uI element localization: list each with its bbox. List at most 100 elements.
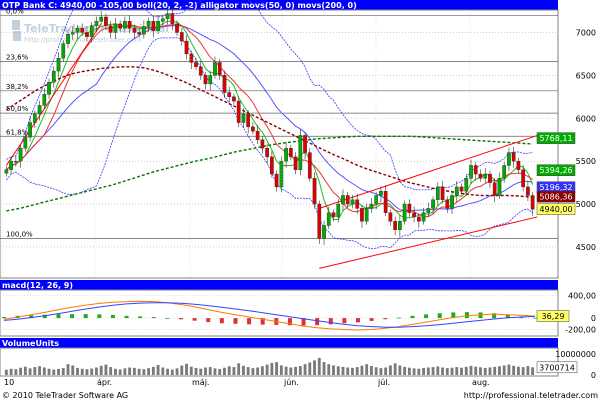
volume-tick-label: 0 [591, 371, 596, 380]
macd-tick-label: 0 [591, 314, 596, 323]
candle-body [445, 199, 450, 209]
macd-last-value-label: 36,29 [542, 312, 565, 321]
candle-body [170, 13, 175, 25]
candle-body [421, 212, 426, 222]
candle-body [530, 195, 535, 210]
candle-body [355, 199, 360, 209]
candle-body [251, 126, 255, 132]
fib-level-label: 0,0% [6, 7, 24, 15]
candle-body [47, 82, 51, 95]
macd-histogram-bar [124, 315, 129, 319]
candle-body [89, 25, 94, 37]
candle-body [66, 33, 70, 44]
candle-body [61, 43, 66, 59]
candle-body [113, 23, 118, 33]
candle-body [374, 195, 379, 205]
candle-body [4, 169, 9, 174]
candle-body [459, 186, 464, 192]
candle-body [521, 169, 526, 188]
candle-body [426, 208, 431, 213]
candle-body [227, 92, 232, 98]
candle-body [350, 199, 355, 205]
macd-histogram-bar [369, 318, 374, 321]
candle-body [284, 148, 288, 162]
macd-histogram-bar [110, 314, 115, 319]
macd-histogram-bar [342, 318, 347, 324]
candle-body [303, 135, 307, 153]
candle-body [331, 212, 336, 218]
candle-body [28, 122, 32, 138]
candle-body [160, 18, 165, 22]
candle-body [407, 203, 412, 213]
macd-histogram-bar [2, 316, 6, 319]
candle-body [416, 216, 421, 222]
chart-canvas: OTP Bank C: 4940,00 -105,00 boll(20, 2, … [0, 0, 600, 400]
macd-histogram-bar [396, 317, 401, 319]
y-tick-label: 6000 [576, 114, 596, 123]
macd-histogram-bar [315, 318, 320, 326]
candle-body [307, 152, 312, 179]
macd-histogram-bar [383, 318, 388, 320]
candle-body [502, 165, 507, 179]
macd-histogram-bar [138, 316, 143, 319]
candle-body [23, 136, 28, 149]
candle-body [473, 165, 478, 175]
candle-body [435, 186, 440, 200]
candle-body [312, 178, 317, 205]
candle-body [488, 173, 492, 183]
candle-body [345, 195, 350, 205]
macd-histogram-bar [328, 318, 333, 325]
candle-body [388, 212, 393, 222]
macd-histogram-bar [219, 318, 224, 324]
candle-body [379, 190, 383, 196]
candle-body [454, 186, 459, 196]
y-tick-label: 5500 [576, 157, 596, 166]
candle-body [213, 62, 217, 76]
macd-histogram-bar [83, 314, 88, 319]
macd-histogram-bar [206, 318, 211, 323]
candle-body [179, 32, 184, 42]
candle-body [208, 75, 213, 85]
macd-histogram-bar [97, 314, 102, 319]
candle-body [236, 100, 241, 123]
candle-body [507, 152, 511, 166]
candle-body [464, 178, 469, 192]
candle-body [260, 139, 265, 149]
volume-panel-title: VolumeUnits [2, 339, 59, 348]
candle-body [108, 25, 113, 33]
chart-window: OTP Bank C: 4940,00 -105,00 boll(20, 2, … [0, 0, 600, 400]
fib-level-label: 23,6% [6, 54, 29, 62]
main-panel-title: OTP Bank C: 4940,00 -105,00 boll(20, 2, … [2, 1, 357, 10]
candle-body [293, 156, 298, 170]
candle-body [104, 16, 108, 26]
candle-body [478, 173, 483, 179]
candle-body [336, 203, 341, 218]
macd-histogram-bar [424, 314, 429, 319]
candle-body [450, 195, 454, 209]
fib-level-label: 38,2% [6, 83, 29, 91]
candle-body [412, 212, 416, 218]
x-tick-label: aug. [472, 378, 490, 387]
candle-body [132, 27, 137, 33]
candle-body [516, 160, 521, 170]
candle-body [203, 75, 208, 85]
macd-histogram-bar [233, 318, 238, 324]
macd-tick-label: 400,00 [568, 291, 596, 300]
candle-body [13, 160, 18, 163]
footer-url: http://professional.teletrader.com [464, 391, 598, 400]
candle-body [383, 190, 388, 213]
candle-body [360, 208, 364, 222]
price-box-label: 4940,00 [539, 205, 572, 214]
candle-body [265, 148, 269, 158]
candle-body [142, 26, 146, 35]
macd-histogram-bar [56, 314, 61, 319]
fib-level-label: 50,0% [6, 105, 29, 113]
footer-copyright: © 2010 TeleTrader Software AG [2, 391, 128, 400]
candle-body [189, 53, 194, 63]
fib-level-label: 100,0% [6, 230, 33, 238]
y-tick-label: 5000 [576, 200, 596, 209]
macd-histogram-bar [179, 318, 183, 320]
macd-plot-area [0, 289, 559, 337]
candle-body [483, 173, 488, 179]
candle-body [492, 182, 497, 196]
